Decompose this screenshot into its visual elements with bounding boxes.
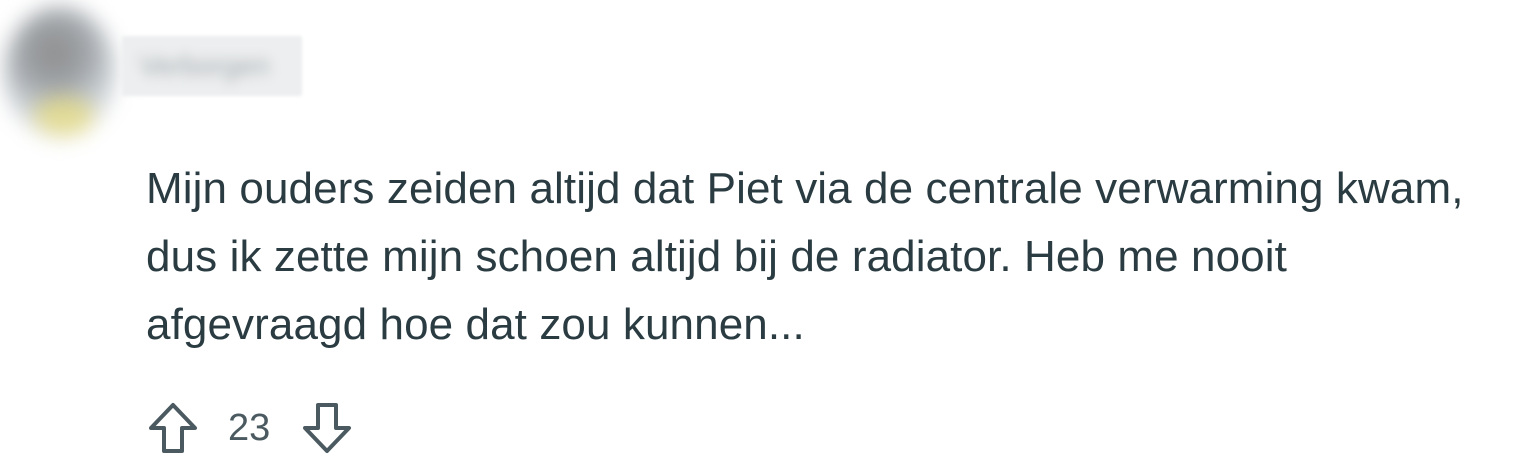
avatar[interactable] — [4, 6, 116, 140]
downvote-button[interactable] — [300, 400, 354, 456]
vote-score: 23 — [228, 406, 271, 449]
username-blurred[interactable]: Verborgen — [122, 36, 302, 96]
arrow-down-outline-icon — [303, 403, 352, 453]
vote-bar: 23 — [146, 398, 354, 458]
username: Verborgen — [140, 50, 270, 81]
arrow-up-outline-icon — [149, 403, 197, 453]
avatar-image — [34, 96, 94, 136]
comment-body: Mijn ouders zeiden altijd dat Piet via d… — [146, 164, 1464, 349]
upvote-button[interactable] — [146, 400, 200, 456]
